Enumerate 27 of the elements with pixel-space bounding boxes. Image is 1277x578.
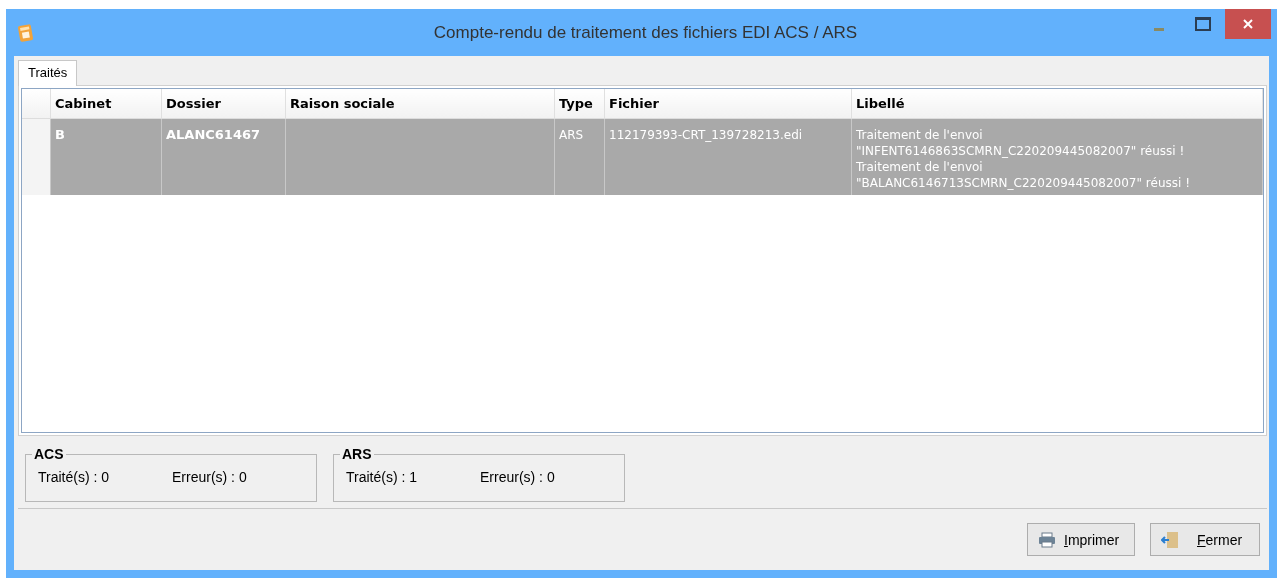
column-header: Type xyxy=(554,89,605,119)
print-button[interactable]: Imprimer xyxy=(1027,523,1135,556)
row-header xyxy=(22,89,51,119)
group-title: ARS xyxy=(340,446,374,462)
calculator-icon xyxy=(18,23,34,42)
column-header: Dossier xyxy=(161,89,286,119)
table-cell: B xyxy=(50,118,162,195)
column-header: Raison sociale xyxy=(285,89,555,119)
tab[interactable]: Traités xyxy=(18,60,78,86)
table-cell: ALANC61467 xyxy=(161,118,286,195)
column-header: Libellé xyxy=(851,89,1263,119)
table-cell: Traitement de l'envoi "INFENT6146863SCMRN_C220209445082007" réussi ! Traitement de l'envoi "BALANC6146713SCMRN_C220209445082007" réussi ! xyxy=(851,118,1263,195)
printer-icon xyxy=(1038,531,1056,548)
stat-text: Erreur(s) : 0 xyxy=(480,469,556,485)
close-button[interactable] xyxy=(1225,9,1271,39)
table-cell: ARS xyxy=(554,118,605,195)
group-title: ACS xyxy=(32,446,66,462)
exit-door-icon xyxy=(1161,530,1179,549)
stat-text: Erreur(s) : 0 xyxy=(172,469,248,485)
window-title: Compte-rendu de traitement des fichiers EDI ACS / ARS xyxy=(432,22,859,43)
stat-text: Traité(s) : 1 xyxy=(346,469,419,485)
column-header: Cabinet xyxy=(50,89,162,119)
table-cell: 112179393-CRT_139728213.edi xyxy=(604,118,852,195)
close-icon xyxy=(1242,18,1254,30)
column-header: Fichier xyxy=(604,89,852,119)
stat-text: Traité(s) : 0 xyxy=(38,469,111,485)
close-button[interactable]: Fermer xyxy=(1150,523,1260,556)
